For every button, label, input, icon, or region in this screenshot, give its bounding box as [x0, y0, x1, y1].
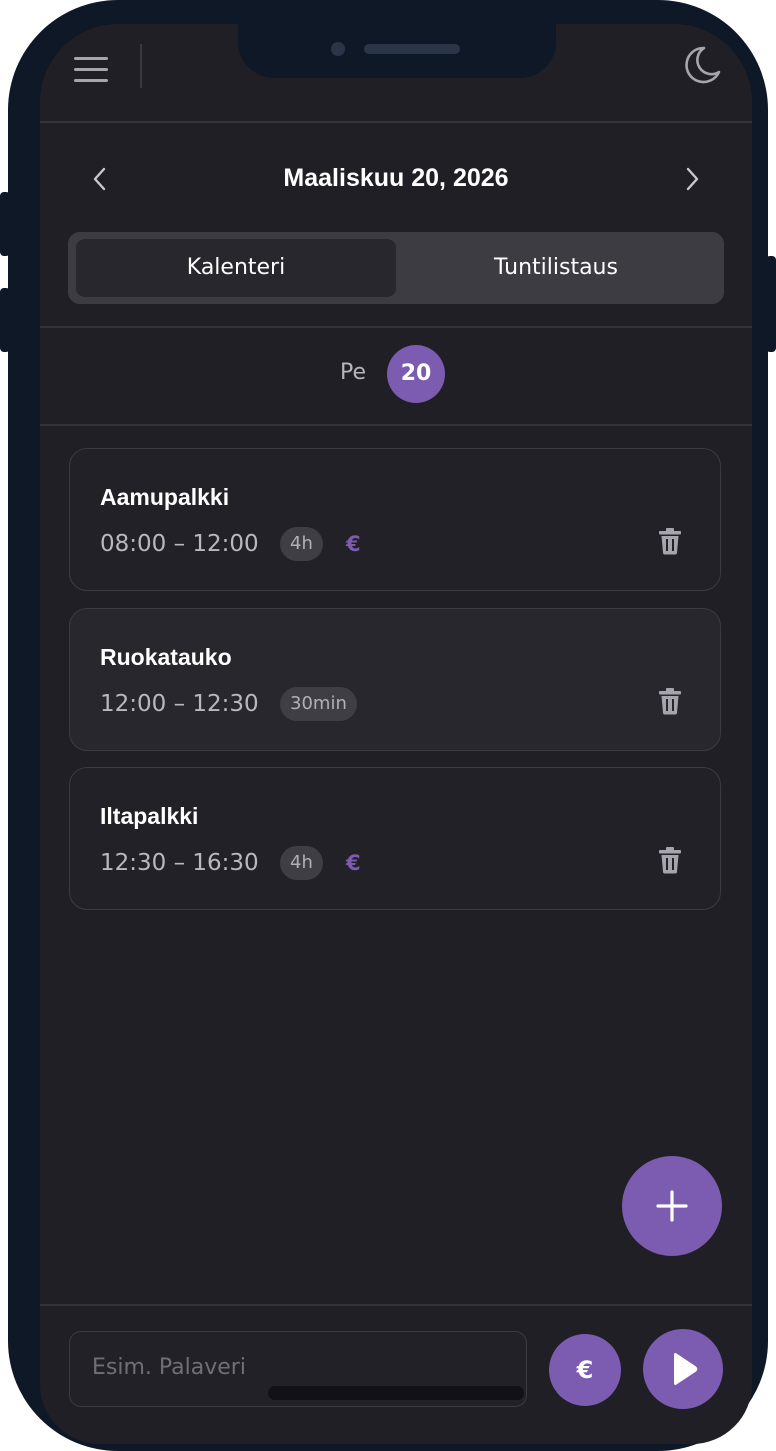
speaker — [364, 44, 460, 54]
day-number-badge[interactable]: 20 — [387, 345, 445, 403]
billable-euro-icon: € — [346, 851, 361, 875]
time-entry-card[interactable]: Ruokatauko 12:00 – 12:30 30min — [69, 608, 721, 751]
input-placeholder: Esim. Palaveri — [92, 1355, 246, 1380]
entry-time-range: 08:00 – 12:00 — [100, 531, 259, 557]
entry-time-range: 12:30 – 16:30 — [100, 850, 259, 876]
time-entry-card[interactable]: Iltapalkki 12:30 – 16:30 4h € — [69, 767, 721, 910]
tabs-divider — [40, 326, 752, 328]
side-button — [766, 256, 776, 352]
entry-duration-badge: 4h — [280, 846, 323, 880]
app-screen: Maaliskuu 20, 2026 Kalenteri Tuntilistau… — [40, 24, 752, 1444]
entry-title: Aamupalkki — [100, 484, 230, 510]
weekday-label: Pe — [340, 360, 367, 385]
billable-euro-icon: € — [346, 532, 361, 556]
play-icon — [674, 1353, 698, 1385]
tab-kalenteri[interactable]: Kalenteri — [76, 239, 396, 297]
chevron-left-icon[interactable] — [85, 164, 115, 194]
header-bottom-divider — [40, 121, 752, 123]
side-button — [0, 288, 10, 352]
chevron-right-icon[interactable] — [677, 164, 707, 194]
trash-icon[interactable] — [658, 687, 682, 715]
trash-icon[interactable] — [658, 846, 682, 874]
entry-time-range: 12:00 – 12:30 — [100, 691, 259, 717]
plus-icon — [656, 1190, 688, 1222]
day-divider — [40, 424, 752, 426]
billable-toggle-button[interactable]: € — [549, 1334, 621, 1406]
entry-duration-badge: 4h — [280, 527, 323, 561]
time-entry-card[interactable]: Aamupalkki 08:00 – 12:00 4h € — [69, 448, 721, 591]
bottom-bar-divider — [40, 1304, 752, 1306]
home-indicator — [268, 1386, 524, 1400]
current-date-title: Maaliskuu 20, 2026 — [283, 164, 509, 192]
device-notch — [238, 24, 556, 78]
entry-duration-badge: 30min — [280, 687, 357, 721]
entry-title: Ruokatauko — [100, 644, 232, 670]
add-entry-button[interactable] — [622, 1156, 722, 1256]
trash-icon[interactable] — [658, 527, 682, 555]
start-timer-button[interactable] — [643, 1329, 723, 1409]
device-frame: Maaliskuu 20, 2026 Kalenteri Tuntilistau… — [0, 0, 776, 1451]
tab-tuntilistaus[interactable]: Tuntilistaus — [396, 239, 716, 297]
camera — [331, 42, 345, 56]
entry-title: Iltapalkki — [100, 803, 199, 829]
moon-icon[interactable] — [682, 44, 722, 86]
header-divider — [140, 44, 142, 88]
view-switcher: Kalenteri Tuntilistaus — [68, 232, 724, 304]
side-button — [0, 192, 10, 256]
hamburger-menu-icon[interactable] — [74, 52, 108, 82]
